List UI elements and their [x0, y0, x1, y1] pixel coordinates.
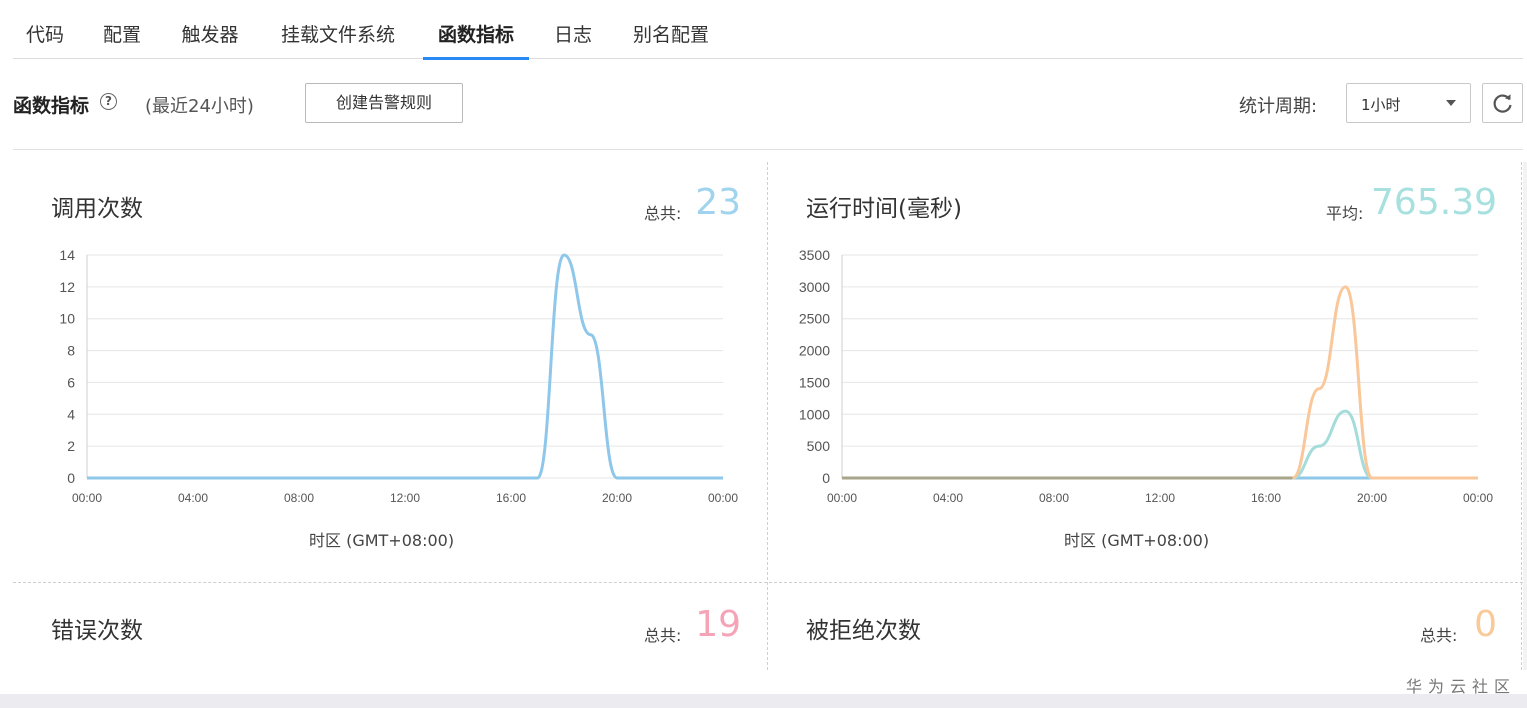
invocations-total-value: 23: [695, 182, 741, 223]
y-tick-label: 10: [59, 311, 75, 327]
tab-triggers[interactable]: 触发器: [179, 20, 241, 58]
y-tick-label: 1500: [799, 374, 830, 390]
y-tick-label: 12: [59, 279, 75, 295]
period-select[interactable]: 1小时: [1346, 83, 1471, 123]
footer-band: [0, 694, 1527, 708]
y-tick-label: 6: [67, 374, 75, 390]
invocations-title: 调用次数: [51, 196, 143, 222]
refresh-button[interactable]: [1482, 83, 1523, 123]
period-label: 统计周期:: [1239, 96, 1318, 117]
x-tick-label: 12:00: [1145, 491, 1175, 505]
x-tick-label: 12:00: [390, 491, 420, 505]
x-tick-label: 04:00: [178, 491, 208, 505]
page-title: 函数指标: [13, 95, 90, 117]
create-alarm-rule-button[interactable]: 创建告警规则: [305, 83, 463, 123]
errors-total-value: 19: [695, 604, 741, 645]
x-tick-label: 00:00: [1463, 491, 1493, 505]
x-tick-label: 08:00: [1039, 491, 1069, 505]
x-tick-label: 04:00: [933, 491, 963, 505]
x-tick-label: 16:00: [1251, 491, 1281, 505]
series-line-1: [841, 409, 1478, 480]
y-tick-label: 14: [59, 247, 75, 263]
time-range-note: (最近24小时): [145, 96, 254, 117]
y-tick-label: 2: [67, 438, 75, 454]
y-tick-label: 0: [67, 470, 75, 486]
throttles-title: 被拒绝次数: [806, 618, 921, 644]
x-tick-label: 00:00: [827, 491, 857, 505]
invocations-total-label: 总共:: [644, 204, 682, 223]
panel-divider-right: [1521, 162, 1522, 670]
chevron-down-icon: [1446, 100, 1456, 106]
y-tick-label: 3500: [799, 247, 830, 263]
tab-function-metrics[interactable]: 函数指标: [423, 20, 529, 60]
refresh-icon: [1493, 94, 1512, 113]
panel-divider-vertical: [767, 162, 768, 670]
y-tick-label: 0: [822, 470, 830, 486]
tab-logs[interactable]: 日志: [553, 20, 593, 58]
throttles-total-value: 0: [1474, 604, 1497, 645]
y-tick-label: 1000: [799, 406, 830, 422]
y-tick-label: 2500: [799, 311, 830, 327]
throttles-total-label: 总共:: [1420, 626, 1458, 645]
x-tick-label: 20:00: [602, 491, 632, 505]
y-tick-label: 3000: [799, 279, 830, 295]
period-select-value: 1小时: [1361, 96, 1401, 114]
invocations-chart: 14 12 10 8 6 4 2 0 00:00 04:00 08:00 12:00 16:00 20:0…: [59, 247, 738, 505]
tab-config[interactable]: 配置: [102, 20, 142, 58]
x-tick-label: 00:00: [708, 491, 738, 505]
x-tick-label: 16:00: [496, 491, 526, 505]
invocations-timezone-label: 时区 (GMT+08:00): [309, 531, 455, 550]
x-tick-label: 00:00: [72, 491, 102, 505]
panel-divider-horizontal: [13, 582, 1523, 583]
y-tick-label: 2000: [799, 343, 830, 359]
tab-bar: 代码 配置 触发器 挂载文件系统 函数指标 日志 别名配置: [13, 0, 1523, 60]
errors-title: 错误次数: [51, 618, 143, 644]
errors-total-label: 总共:: [644, 626, 682, 645]
series-line-0: [86, 253, 723, 480]
x-tick-label: 20:00: [1357, 491, 1387, 505]
duration-avg-value: 765.39: [1371, 182, 1497, 223]
scrollbar[interactable]: [1523, 162, 1527, 670]
question-circle-icon[interactable]: ?: [100, 93, 117, 110]
tab-code[interactable]: 代码: [25, 20, 65, 58]
y-tick-label: 500: [807, 438, 831, 454]
duration-chart: 3500 3000 2500 2000 1500 1000 500 0 00:00 04:00 08…: [799, 247, 1493, 505]
y-tick-label: 8: [67, 343, 75, 359]
watermark: 华为云社区: [1406, 677, 1517, 696]
header-divider: [13, 149, 1523, 150]
y-tick-label: 4: [67, 406, 75, 422]
duration-avg-label: 平均:: [1326, 204, 1364, 223]
tab-alias-config[interactable]: 别名配置: [630, 20, 712, 58]
duration-timezone-label: 时区 (GMT+08:00): [1064, 531, 1210, 550]
duration-title: 运行时间(毫秒): [806, 196, 962, 222]
tab-mount-filesystem[interactable]: 挂载文件系统: [277, 20, 399, 58]
x-tick-label: 08:00: [284, 491, 314, 505]
